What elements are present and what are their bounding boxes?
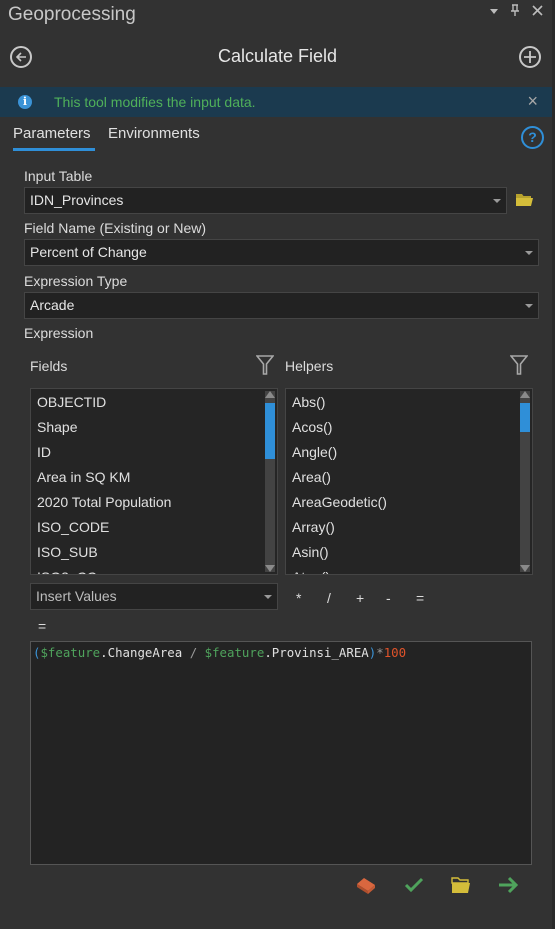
fields-label: Fields (30, 358, 68, 374)
scroll-up-icon[interactable] (265, 391, 275, 398)
chevron-down-icon (525, 304, 533, 308)
expression-label: Expression (24, 325, 94, 341)
info-banner: i This tool modifies the input data. × (0, 87, 552, 117)
list-item[interactable]: Angle() (292, 444, 337, 460)
add-button[interactable] (519, 46, 541, 68)
code-token: .ChangeArea (100, 645, 190, 660)
tool-title: Calculate Field (217, 46, 338, 66)
list-item[interactable]: Asin() (292, 544, 329, 560)
helpers-list[interactable]: Atan() Asin() Array() AreaGeodetic() Area() A… (285, 388, 533, 575)
scrollbar-thumb[interactable] (520, 403, 530, 432)
expression-type-combo[interactable]: Arcade (24, 292, 539, 319)
helpers-filter-icon[interactable] (510, 355, 528, 375)
fields-scrollbar[interactable] (265, 391, 275, 572)
banner-close-icon[interactable]: × (527, 91, 538, 112)
info-icon: i (18, 95, 32, 109)
operator-button[interactable]: + (356, 590, 364, 606)
fields-list[interactable]: ISO2_CC ISO_SUB ISO_CODE 2020 Total Populat… (30, 388, 278, 575)
code-token: 100 (383, 645, 407, 660)
field-name-label: Field Name (Existing or New) (24, 220, 207, 236)
scroll-down-icon[interactable] (520, 565, 530, 572)
list-item[interactable]: Shape (37, 419, 77, 435)
pin-icon[interactable] (510, 4, 520, 17)
help-icon[interactable]: ? (521, 126, 544, 149)
close-pane-icon[interactable] (532, 5, 543, 16)
expression-editor[interactable]: ($feature.ChangeArea / $feature.Provinsi… (30, 641, 532, 865)
input-table-value: IDN_Provinces (30, 192, 124, 208)
list-item[interactable]: AreaGeodetic() (292, 494, 387, 510)
checkmark-icon[interactable] (403, 875, 425, 895)
list-item[interactable]: ISO_CODE (37, 519, 109, 535)
list-item[interactable]: Area in SQ KM (37, 469, 130, 485)
list-item[interactable]: Area() (292, 469, 331, 485)
chevron-down-icon (525, 251, 533, 255)
expression-type-value: Arcade (30, 297, 75, 313)
chevron-down-icon (493, 199, 501, 203)
expression-prefix: = (38, 618, 47, 634)
input-table-label: Input Table (24, 168, 93, 184)
chevron-down-icon (264, 595, 272, 599)
pane-title: Geoprocessing (8, 4, 136, 25)
tab-parameters[interactable]: Parameters (13, 125, 91, 142)
list-item[interactable]: ISO2_CC (37, 569, 97, 574)
list-item[interactable]: Acos() (292, 419, 332, 435)
helpers-label: Helpers (285, 358, 334, 374)
scroll-down-icon[interactable] (265, 565, 275, 572)
plus-icon (524, 51, 536, 63)
code-token: .Provinsi_AREA (264, 645, 369, 660)
operator-button[interactable]: - (386, 590, 391, 606)
code-token: $feature (204, 645, 265, 660)
operator-button[interactable]: = (416, 590, 424, 606)
insert-values-placeholder: Insert Values (36, 588, 117, 604)
scroll-up-icon[interactable] (520, 391, 530, 398)
active-tab-indicator (13, 148, 95, 151)
input-table-combo[interactable]: IDN_Provinces (24, 187, 507, 214)
list-item[interactable]: 2020 Total Population (37, 494, 171, 510)
scrollbar-thumb[interactable] (265, 403, 275, 459)
field-name-combo[interactable]: Percent of Change (24, 239, 539, 266)
list-item[interactable]: ISO_SUB (37, 544, 98, 560)
arrow-right-icon[interactable] (497, 875, 519, 895)
list-item[interactable]: Atan() (292, 569, 330, 574)
insert-values-combo[interactable]: Insert Values (30, 583, 278, 610)
list-item[interactable]: ID (37, 444, 51, 460)
helpers-scrollbar[interactable] (520, 391, 530, 572)
browse-folder-icon[interactable] (515, 193, 534, 207)
expression-type-label: Expression Type (24, 273, 128, 289)
list-item[interactable]: Abs() (292, 394, 325, 410)
pane-menu-dropdown-icon[interactable] (490, 9, 498, 14)
fields-filter-icon[interactable] (256, 355, 274, 375)
list-item[interactable]: OBJECTID (37, 394, 106, 410)
open-folder-icon[interactable] (450, 875, 472, 895)
expression-code[interactable]: ($feature.ChangeArea / $feature.Provinsi… (33, 645, 406, 660)
operator-button[interactable]: * (296, 590, 301, 606)
operator-button[interactable]: / (327, 590, 331, 606)
tab-environments[interactable]: Environments (108, 125, 200, 142)
code-token: $feature (40, 645, 101, 660)
banner-message: This tool modifies the input data. (54, 94, 256, 110)
code-token: * (376, 645, 384, 660)
eraser-icon[interactable] (355, 875, 377, 895)
list-item[interactable]: Array() (292, 519, 335, 535)
field-name-value: Percent of Change (30, 244, 147, 260)
